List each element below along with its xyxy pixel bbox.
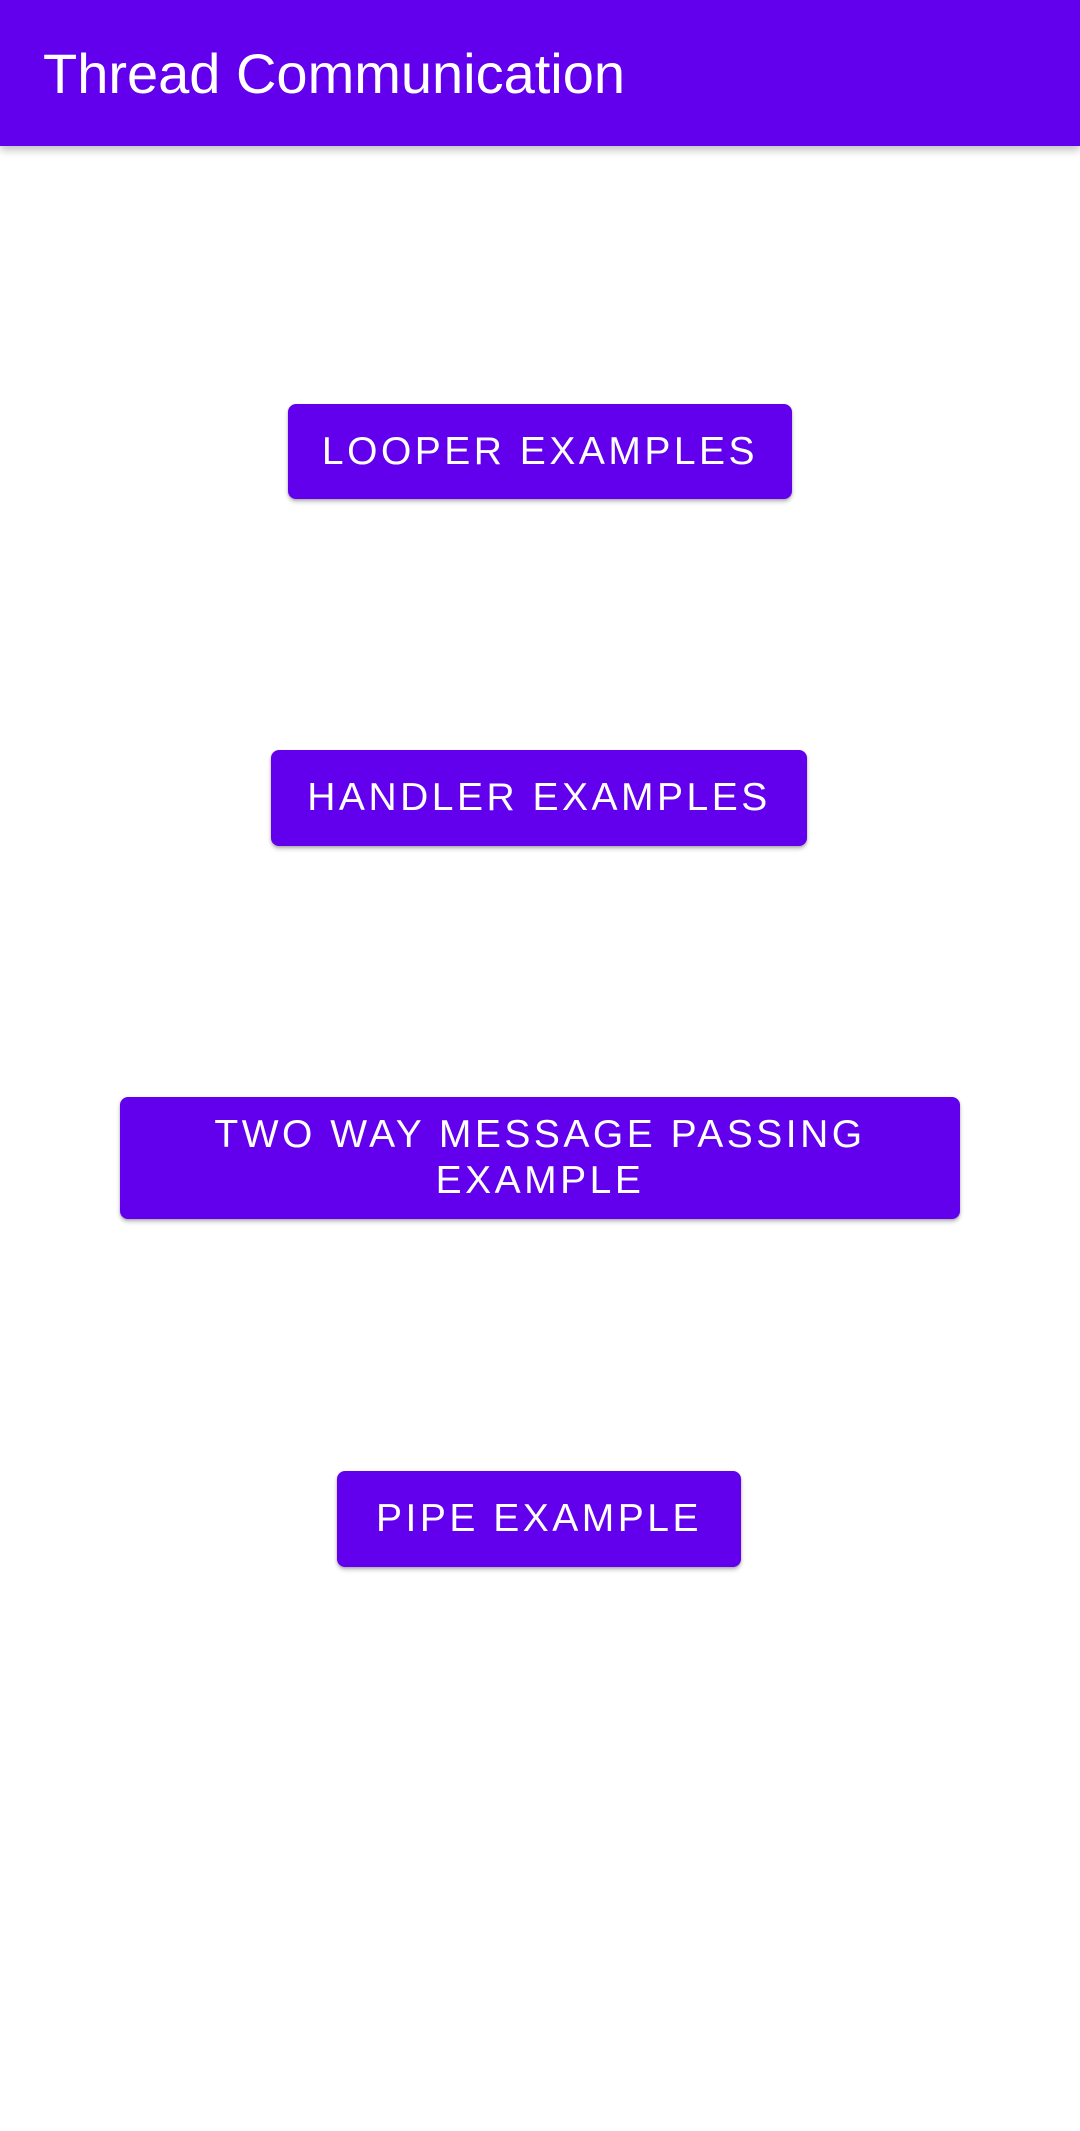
pipe-example-button[interactable]: PIPE EXAMPLE [337, 1471, 741, 1567]
looper-examples-button[interactable]: LOOPER EXAMPLES [288, 404, 792, 499]
handler-examples-button[interactable]: HANDLER EXAMPLES [271, 750, 807, 846]
two-way-message-passing-label: TWO WAY MESSAGE PASSING EXAMPLE [214, 1113, 866, 1202]
app-title: Thread Communication [43, 42, 626, 105]
app-bar: Thread Communication [0, 0, 1080, 146]
two-way-message-passing-button[interactable]: TWO WAY MESSAGE PASSING EXAMPLE [120, 1097, 960, 1219]
handler-examples-label: HANDLER EXAMPLES [307, 776, 771, 819]
pipe-example-label: PIPE EXAMPLE [376, 1497, 702, 1540]
looper-examples-label: LOOPER EXAMPLES [321, 429, 759, 473]
main-content: LOOPER EXAMPLES HANDLER EXAMPLES TWO WAY… [0, 146, 1080, 2131]
